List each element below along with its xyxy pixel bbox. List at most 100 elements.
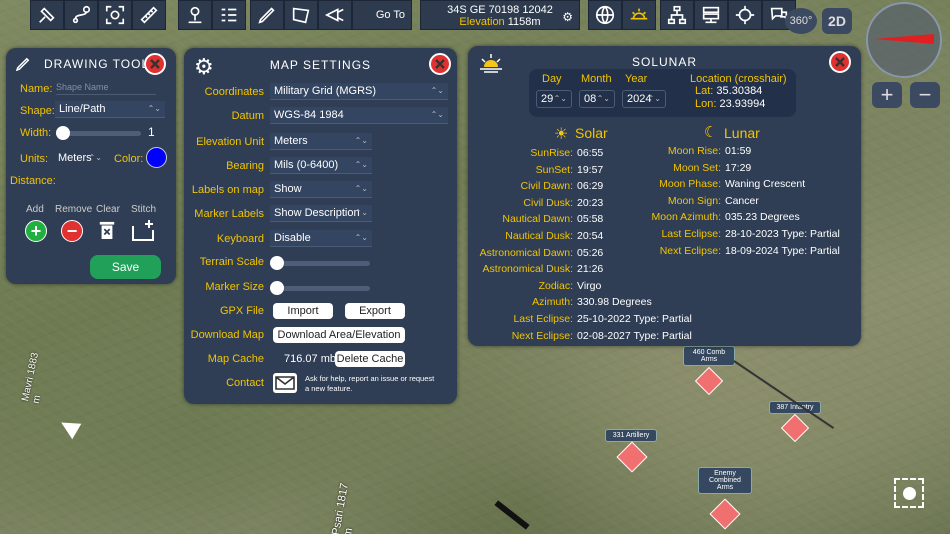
lon-row: Lon: 23.93994 [695, 98, 765, 110]
terrain-scale-knob[interactable] [270, 256, 284, 270]
distance-label: Distance: [10, 175, 56, 187]
add-button[interactable]: + [25, 220, 47, 242]
elevation-unit-select[interactable]: Meters ⌃⌄ [270, 133, 372, 150]
marker-size-knob[interactable] [270, 281, 284, 295]
width-slider-knob[interactable] [56, 126, 70, 140]
bearing-select[interactable]: Mils (0-6400) ⌃⌄ [270, 157, 372, 174]
solunar-panel: SOLUNAR Day Month Year 29 ⌃⌄ 08 ⌃⌄ 2024 ⌃⌄ … [468, 46, 861, 346]
row-value: Virgo [577, 279, 602, 292]
units-select[interactable]: Meters ⌃⌄ [54, 150, 106, 166]
row-value: 20:23 [577, 196, 604, 209]
datum-select[interactable]: WGS-84 1984 ⌃⌄ [270, 107, 448, 124]
chevron-updown-icon: ⌃⌄ [430, 110, 444, 119]
satellite-icon[interactable] [30, 0, 64, 30]
year-select[interactable]: 2024 ⌃⌄ [622, 90, 666, 108]
view-2d-button[interactable]: 2D [822, 8, 852, 34]
elevation-unit-label: Elevation Unit [196, 136, 264, 148]
remove-label: Remove [55, 204, 93, 215]
keyboard-label: Keyboard [216, 233, 264, 245]
color-label: Color: [114, 153, 144, 165]
close-icon [435, 59, 445, 69]
ruler-icon[interactable] [132, 0, 166, 30]
import-button[interactable]: Import [273, 303, 333, 319]
close-drawing-tool-button[interactable] [144, 53, 166, 75]
close-solunar-button[interactable] [829, 51, 851, 73]
mail-icon[interactable] [273, 373, 297, 393]
lon-value: 23.93994 [719, 98, 766, 110]
marker-size-label: Marker Size [205, 281, 264, 293]
datum-value: WGS-84 1984 [274, 109, 344, 121]
row-value: 05:58 [577, 213, 604, 226]
coordinates-label: Coordinates [204, 86, 264, 98]
close-map-settings-button[interactable] [429, 53, 451, 75]
save-label: Save [111, 260, 140, 274]
row-key: Nautical Dawn: [502, 213, 573, 226]
polygon-icon[interactable] [284, 0, 318, 30]
list-icon[interactable] [212, 0, 246, 30]
row-value: 06:29 [577, 180, 604, 193]
row-key: Azimuth: [532, 296, 573, 309]
projector-icon[interactable] [318, 0, 352, 30]
labels-on-map-select[interactable]: Show ⌃⌄ [270, 181, 372, 198]
row-value: Waning Crescent [725, 178, 806, 191]
row-value: 330.98 Degrees [577, 296, 652, 309]
solunar-title: SOLUNAR [631, 55, 697, 69]
row-key: Last Eclipse: [513, 313, 573, 325]
pencil-icon[interactable] [250, 0, 284, 30]
month-select[interactable]: 08 ⌃⌄ [579, 90, 615, 108]
zoom-out-button[interactable]: − [910, 82, 940, 108]
export-button[interactable]: Export [345, 303, 405, 319]
delete-cache-button[interactable]: Delete Cache [335, 351, 405, 367]
download-area-button[interactable]: Download Area/Elevation [273, 327, 405, 343]
units-label: Units: [20, 153, 49, 165]
labels-on-map-value: Show [274, 183, 302, 195]
route-icon[interactable] [64, 0, 98, 30]
contact-text[interactable]: Ask for help, report an issue or request… [305, 374, 435, 394]
remove-button[interactable]: − [61, 220, 83, 242]
row-key: Moon Set: [673, 161, 721, 174]
sun-icon: ☀ [554, 126, 569, 143]
zoom-in-button[interactable]: + [872, 82, 902, 108]
save-button[interactable]: Save [90, 255, 161, 279]
download-map-label: Download Map [190, 329, 264, 341]
marker-size-slider[interactable] [270, 281, 370, 295]
chevron-updown-icon: ⌃⌄ [147, 104, 161, 113]
unit-label-460[interactable]: 460 Comb Arms [683, 346, 735, 366]
goto-button[interactable]: Go To [352, 0, 412, 30]
name-label: Name: [20, 83, 53, 95]
day-select[interactable]: 29 ⌃⌄ [536, 90, 572, 108]
gear-icon[interactable]: ⚙ [562, 11, 573, 23]
terrain-scale-slider[interactable] [270, 256, 370, 270]
color-swatch[interactable] [146, 147, 167, 168]
server-icon[interactable] [694, 0, 728, 30]
row-value: 17:29 [725, 161, 752, 174]
sunset-icon[interactable] [622, 0, 656, 30]
coordinates-select[interactable]: Military Grid (MGRS) ⌃⌄ [270, 83, 448, 100]
chevron-updown-icon: ⌃⌄ [596, 94, 610, 103]
globe-icon[interactable] [588, 0, 622, 30]
lat-row: Lat: 35.30384 [695, 85, 762, 97]
stitch-icon[interactable] [131, 220, 155, 242]
chevron-updown-icon: ⌃⌄ [647, 94, 661, 103]
map-settings-title: MAP SETTINGS [269, 58, 372, 72]
trash-icon[interactable] [98, 220, 116, 240]
shape-name-input[interactable]: Shape Name [56, 80, 156, 95]
row-value: 18-09-2024 Type: Partial [725, 244, 840, 257]
network-icon[interactable] [660, 0, 694, 30]
target-scan-icon[interactable] [98, 0, 132, 30]
keyboard-select[interactable]: Disable ⌃⌄ [270, 230, 372, 247]
view-360-label: 360° [789, 15, 813, 27]
view-360-button[interactable]: 360° [785, 8, 817, 34]
width-slider[interactable] [56, 126, 141, 140]
unit-label-enemy[interactable]: Enemy Combined Arms [698, 467, 752, 494]
marker-labels-select[interactable]: Show Description ⌃⌄ [270, 205, 372, 222]
marker-labels-label: Marker Labels [194, 208, 264, 220]
crosshair-icon[interactable] [728, 0, 762, 30]
crosshair-button[interactable] [894, 478, 924, 508]
compass-icon[interactable] [866, 2, 942, 78]
shape-select[interactable]: Line/Path ⌃⌄ [55, 101, 165, 118]
unit-label-331[interactable]: 331 Artillery [605, 429, 657, 442]
pin-user-icon[interactable] [178, 0, 212, 30]
gpx-file-label: GPX File [219, 305, 264, 317]
row-key: Moon Phase: [659, 178, 721, 191]
